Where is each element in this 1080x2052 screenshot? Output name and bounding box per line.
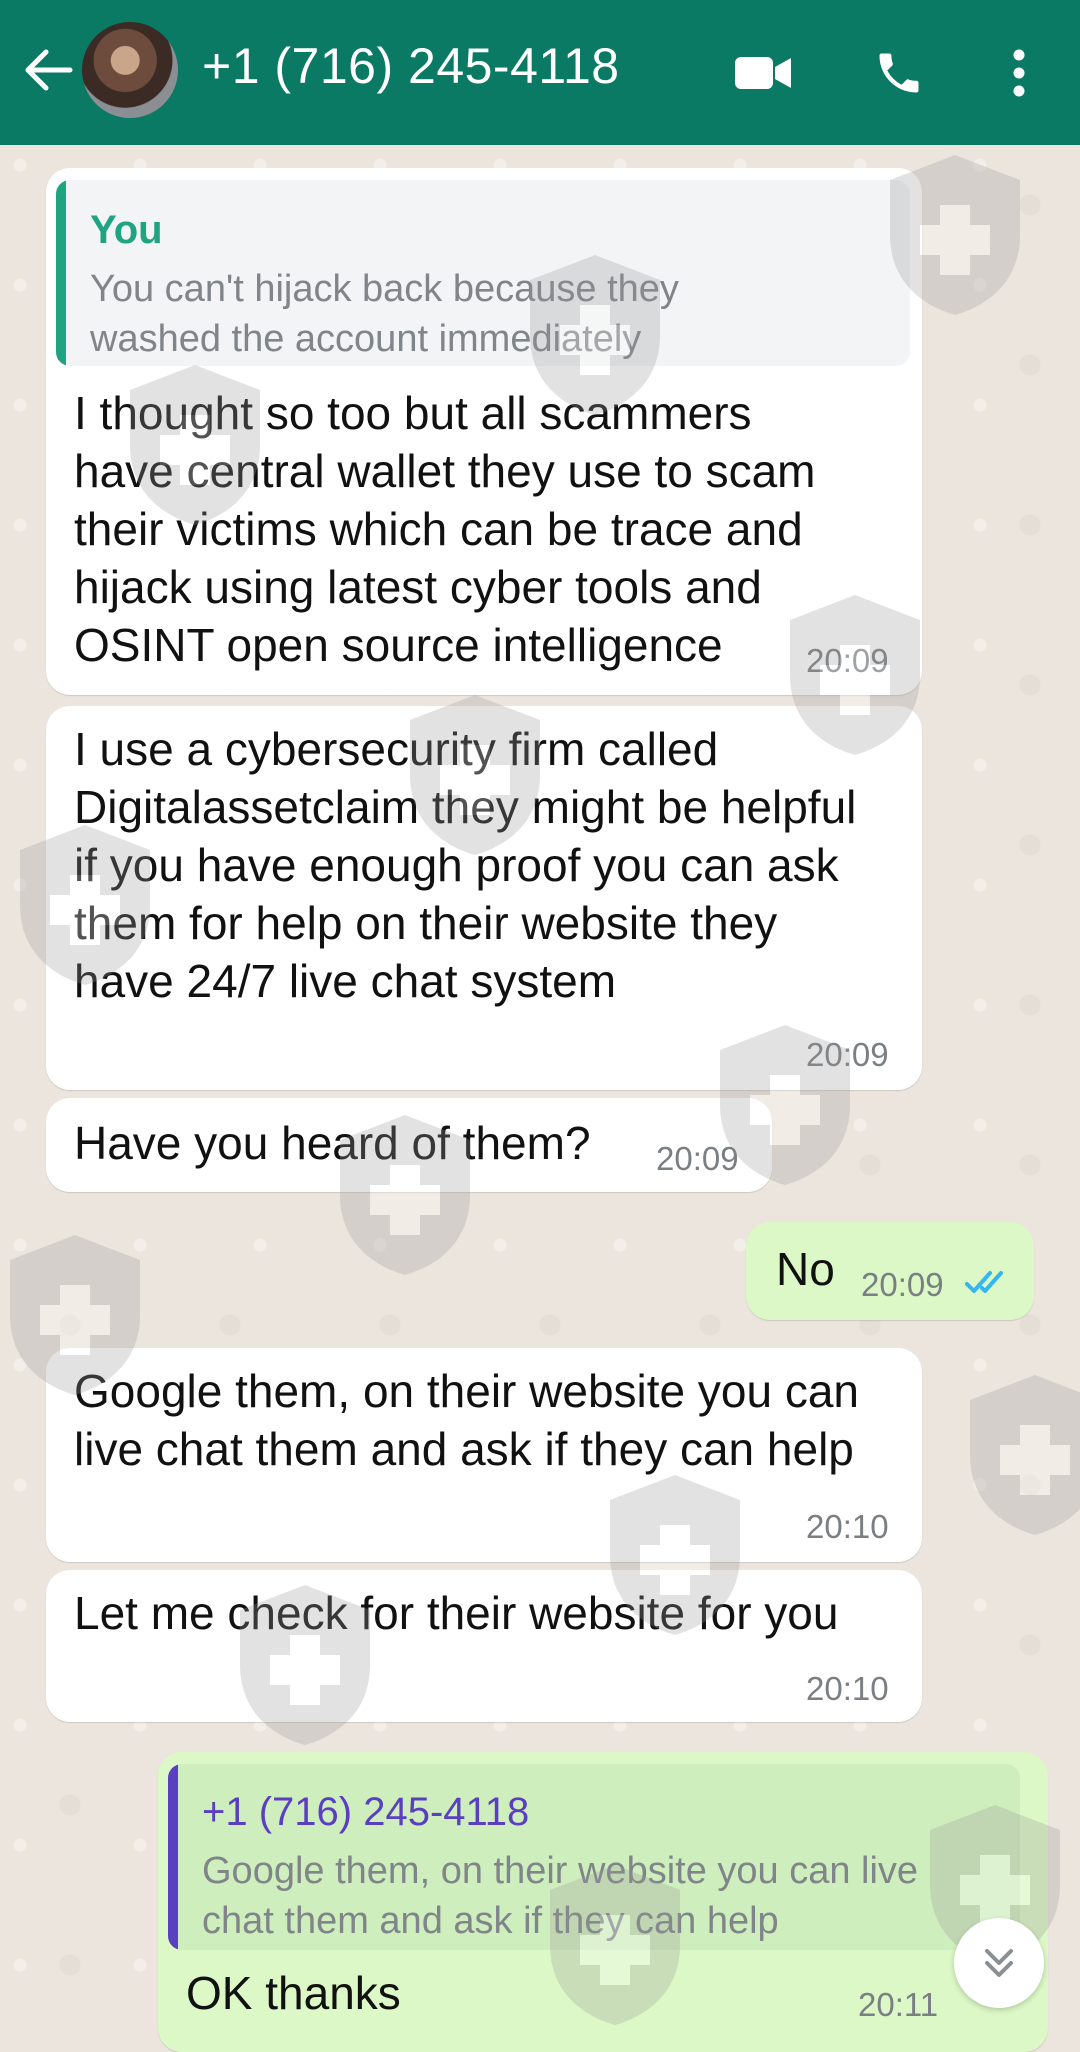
- message-time: 20:10: [806, 1508, 889, 1545]
- video-call-icon[interactable]: [728, 38, 798, 108]
- more-vert-icon[interactable]: [984, 38, 1054, 108]
- message-bubble-incoming[interactable]: You You can't hijack back because they w…: [46, 168, 922, 695]
- message-time: 20:09: [806, 642, 889, 679]
- read-ticks-icon: [964, 1268, 1010, 1301]
- message-text: Google them, on their website you can li…: [74, 1365, 860, 1475]
- message-time: 20:10: [806, 1670, 889, 1707]
- message-bubble-incoming[interactable]: Let me check for their website for you 2…: [46, 1570, 922, 1722]
- quote-sender: +1 (716) 245-4118: [202, 1790, 530, 1834]
- back-arrow-icon[interactable]: [18, 40, 78, 100]
- message-bubble-incoming[interactable]: Have you heard of them? 20:09: [46, 1098, 772, 1192]
- message-text: OK thanks: [186, 1967, 401, 2019]
- message-text: Let me check for their website for you: [74, 1587, 839, 1639]
- avatar[interactable]: [82, 22, 178, 118]
- quote-sender: You: [90, 208, 163, 252]
- message-text: Have you heard of them?: [74, 1117, 591, 1169]
- chat-header: +1 (716) 245-4118: [0, 0, 1080, 145]
- voice-call-icon[interactable]: [864, 38, 934, 108]
- message-bubble-incoming[interactable]: Google them, on their website you can li…: [46, 1348, 922, 1562]
- message-time: 20:09: [656, 1140, 739, 1177]
- message-time: 20:09: [806, 1036, 889, 1073]
- message-bubble-outgoing[interactable]: +1 (716) 245-4118 Google them, on their …: [158, 1752, 1048, 2052]
- message-text: No: [776, 1243, 835, 1295]
- quote-text: Google them, on their website you can li…: [202, 1850, 919, 1942]
- quoted-message[interactable]: You You can't hijack back because they w…: [56, 180, 910, 366]
- message-text: I use a cybersecurity firm called Digita…: [74, 723, 857, 1007]
- message-time: 20:11: [858, 1986, 939, 2023]
- double-chevron-down-icon: [985, 1949, 1013, 1977]
- quote-accent-bar: [56, 180, 66, 366]
- message-text: I thought so too but all scammers have c…: [74, 387, 816, 671]
- message-bubble-incoming[interactable]: I use a cybersecurity firm called Digita…: [46, 706, 922, 1090]
- message-time: 20:09: [861, 1266, 944, 1303]
- quote-text: You can't hijack back because they washe…: [90, 268, 679, 360]
- contact-name[interactable]: +1 (716) 245-4118: [202, 36, 620, 96]
- quote-accent-bar: [168, 1764, 178, 1950]
- scroll-to-bottom-button[interactable]: [954, 1918, 1044, 2008]
- message-bubble-outgoing[interactable]: No 20:09: [746, 1222, 1034, 1320]
- quoted-message[interactable]: +1 (716) 245-4118 Google them, on their …: [168, 1764, 1020, 1950]
